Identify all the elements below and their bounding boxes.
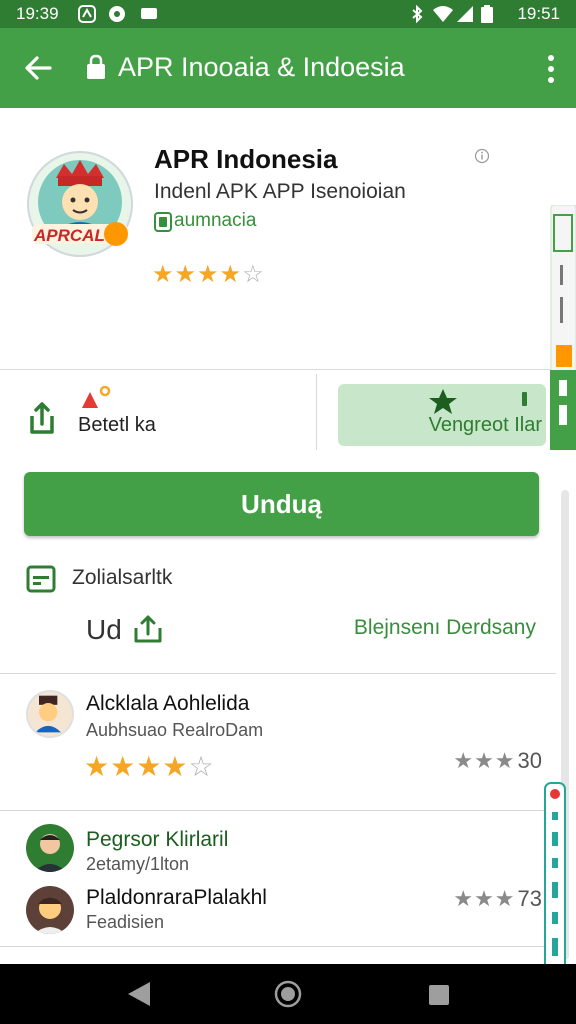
gray-stars-icon: ★★★ xyxy=(453,748,516,773)
review-name: Pegrsor Klirlaril xyxy=(86,828,229,851)
app-name: APR Indonesia xyxy=(154,144,338,174)
app-icon[interactable]: APRCAL xyxy=(26,150,134,258)
star-empty-icon: ☆ xyxy=(188,751,215,782)
badge-icon xyxy=(82,386,111,408)
review-name: Alcklala Aohlelida xyxy=(86,692,250,715)
side-widget-secondary[interactable] xyxy=(544,782,566,974)
info-ud-label: Ud xyxy=(86,614,122,645)
reviewer-avatar-image xyxy=(35,695,61,733)
status-time-left: 19:39 xyxy=(16,4,59,23)
more-vert-icon[interactable] xyxy=(546,54,556,84)
star-empty-icon: ☆ xyxy=(242,261,265,288)
action-row: Betetl ka Vengreot Ilar xyxy=(0,370,576,460)
nav-back-icon[interactable] xyxy=(126,980,152,1008)
bluetooth-icon xyxy=(412,5,423,23)
divider xyxy=(0,946,556,947)
star-filled-icon: ★ xyxy=(152,261,175,288)
info-link[interactable]: Blejnsenı Derdsany xyxy=(354,616,536,640)
action-divider xyxy=(316,374,317,450)
developer-name[interactable]: aumnacia xyxy=(174,210,256,232)
star-filled-icon: ★ xyxy=(110,751,137,782)
signal-icon xyxy=(457,6,473,22)
notification-icon xyxy=(78,5,96,23)
reviewer-avatar-image xyxy=(34,834,66,872)
app-header-card: APRCAL APR Indonesia Indenl APK APP Isen… xyxy=(0,108,576,370)
developer-icon xyxy=(154,212,172,232)
wifi-icon xyxy=(433,6,453,22)
details-icon xyxy=(26,565,56,593)
app-rating-stars: ★★★★☆ xyxy=(152,260,265,289)
back-arrow-icon[interactable] xyxy=(22,52,54,84)
avatar[interactable] xyxy=(26,690,74,738)
star-filled-icon: ★ xyxy=(197,261,220,288)
app-bar-title: APR Inooaia & Indoesia xyxy=(118,52,405,82)
star-icon xyxy=(429,389,457,414)
star-filled-icon: ★ xyxy=(84,751,111,782)
nav-home-icon[interactable] xyxy=(274,980,302,1008)
lock-icon xyxy=(87,54,105,79)
install-button[interactable]: Unduą xyxy=(24,472,539,536)
star-filled-icon: ★ xyxy=(219,261,243,288)
review-score-value: 73 xyxy=(517,886,542,911)
wishlist-label: Vengreot Ilar xyxy=(428,414,542,436)
review-score: ★★★73 xyxy=(453,886,542,912)
review-score-value: 30 xyxy=(517,748,542,773)
divider xyxy=(0,673,556,674)
review-subtitle: 2etamy/1lton xyxy=(86,854,190,874)
info-title: Zolialsarltk xyxy=(72,566,173,589)
review-subtitle: Aubhsuao RealroDam xyxy=(86,720,264,740)
avatar[interactable] xyxy=(26,824,74,872)
nav-recents-icon[interactable] xyxy=(428,984,450,1006)
status-bar: 19:39 19:51 xyxy=(0,0,576,28)
side-widget[interactable] xyxy=(550,205,576,450)
navigation-bar xyxy=(0,964,576,1024)
wishlist-marker xyxy=(522,392,527,406)
wishlist-button[interactable]: Vengreot Ilar xyxy=(338,384,546,446)
upload-icon[interactable] xyxy=(132,614,164,644)
reviewer-avatar-image xyxy=(34,897,66,934)
star-filled-icon: ★ xyxy=(162,751,189,782)
review-score: ★★★30 xyxy=(453,748,542,774)
review-subtitle: Feadisien xyxy=(86,912,165,932)
star-filled-icon: ★ xyxy=(136,751,163,782)
status-time-right: 19:51 xyxy=(517,4,560,23)
review-rating-stars: ★★★★☆ xyxy=(84,750,215,783)
avatar[interactable] xyxy=(26,886,74,934)
location-icon xyxy=(109,6,125,22)
share-icon[interactable] xyxy=(26,400,58,436)
message-icon xyxy=(141,8,157,19)
divider xyxy=(0,810,556,811)
info-icon[interactable] xyxy=(474,148,490,164)
app-icon-label: APRCAL xyxy=(33,226,105,245)
app-subtitle: Indenl APK APP Isenoioian xyxy=(154,180,406,203)
battery-icon xyxy=(481,5,493,23)
gray-stars-icon: ★★★ xyxy=(453,886,516,911)
star-filled-icon: ★ xyxy=(174,261,198,288)
app-bar: APR Inooaia & Indoesia xyxy=(0,28,576,108)
review-name: PlaldonraraPlalakhl xyxy=(86,886,267,909)
share-label[interactable]: Betetl ka xyxy=(78,414,156,437)
